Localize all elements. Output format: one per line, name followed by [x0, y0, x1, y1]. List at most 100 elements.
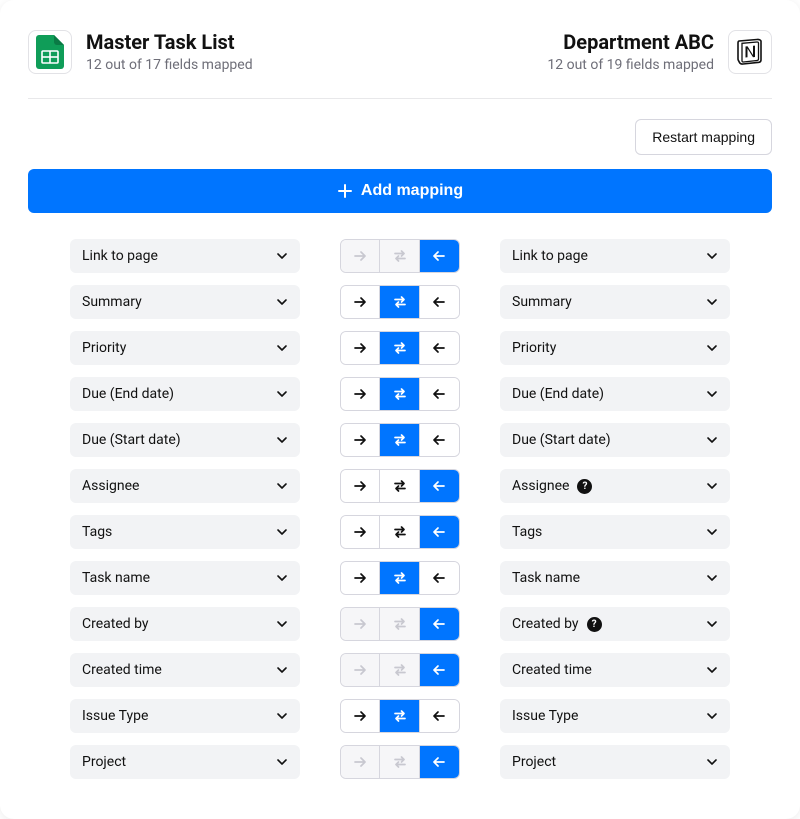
- chevron-down-icon: [276, 296, 288, 308]
- direction-left-button[interactable]: [420, 378, 459, 410]
- direction-left-button[interactable]: [420, 424, 459, 456]
- chevron-down-icon: [706, 480, 718, 492]
- left-field-label: Priority: [82, 340, 126, 356]
- right-field-label: Assignee?: [512, 478, 592, 494]
- mapping-row: Project Project: [70, 745, 730, 779]
- direction-right-button[interactable]: [341, 470, 380, 502]
- left-field-label: Assignee: [82, 478, 139, 494]
- left-field-label: Created time: [82, 662, 162, 678]
- right-field-label: Priority: [512, 340, 556, 356]
- mapping-row: Priority Priority: [70, 331, 730, 365]
- left-field-select[interactable]: Created by: [70, 607, 300, 641]
- direction-left-button[interactable]: [420, 516, 459, 548]
- direction-both-button[interactable]: [380, 516, 419, 548]
- chevron-down-icon: [276, 618, 288, 630]
- left-source: Master Task List 12 out of 17 fields map…: [28, 30, 253, 74]
- direction-both-button: [380, 608, 419, 640]
- chevron-down-icon: [276, 480, 288, 492]
- mapping-row: Assignee Assignee?: [70, 469, 730, 503]
- chevron-down-icon: [706, 434, 718, 446]
- chevron-down-icon: [706, 756, 718, 768]
- direction-left-button[interactable]: [420, 746, 459, 778]
- direction-right-button: [341, 240, 380, 272]
- direction-both-button[interactable]: [380, 562, 419, 594]
- right-field-select[interactable]: Assignee?: [500, 469, 730, 503]
- right-field-label: Issue Type: [512, 708, 578, 724]
- help-icon[interactable]: ?: [577, 479, 592, 494]
- left-field-select[interactable]: Priority: [70, 331, 300, 365]
- right-field-select[interactable]: Tags: [500, 515, 730, 549]
- direction-both-button[interactable]: [380, 378, 419, 410]
- direction-both-button[interactable]: [380, 286, 419, 318]
- help-icon[interactable]: ?: [587, 617, 602, 632]
- chevron-down-icon: [276, 664, 288, 676]
- direction-right-button: [341, 654, 380, 686]
- direction-right-button[interactable]: [341, 516, 380, 548]
- left-field-select[interactable]: Due (End date): [70, 377, 300, 411]
- direction-both-button[interactable]: [380, 332, 419, 364]
- restart-mapping-button[interactable]: Restart mapping: [635, 119, 772, 155]
- direction-left-button[interactable]: [420, 286, 459, 318]
- direction-left-button[interactable]: [420, 562, 459, 594]
- header: Master Task List 12 out of 17 fields map…: [28, 30, 772, 99]
- direction-right-button: [341, 746, 380, 778]
- direction-both-button[interactable]: [380, 700, 419, 732]
- right-field-select[interactable]: Created by?: [500, 607, 730, 641]
- right-field-select[interactable]: Due (Start date): [500, 423, 730, 457]
- action-bar: Restart mapping: [28, 119, 772, 155]
- direction-right-button[interactable]: [341, 424, 380, 456]
- mapping-row: Due (End date) Due (End date): [70, 377, 730, 411]
- left-field-select[interactable]: Created time: [70, 653, 300, 687]
- chevron-down-icon: [276, 434, 288, 446]
- right-field-select[interactable]: Task name: [500, 561, 730, 595]
- add-mapping-button[interactable]: Add mapping: [28, 169, 772, 213]
- mapping-row: Issue Type Issue Type: [70, 699, 730, 733]
- direction-left-button[interactable]: [420, 240, 459, 272]
- mapping-card: Master Task List 12 out of 17 fields map…: [0, 0, 800, 819]
- right-field-label: Due (Start date): [512, 432, 611, 448]
- direction-toggle: [340, 745, 460, 779]
- right-field-select[interactable]: Due (End date): [500, 377, 730, 411]
- direction-left-button[interactable]: [420, 608, 459, 640]
- right-field-select[interactable]: Link to page: [500, 239, 730, 273]
- chevron-down-icon: [276, 756, 288, 768]
- right-field-select[interactable]: Project: [500, 745, 730, 779]
- left-field-select[interactable]: Summary: [70, 285, 300, 319]
- right-field-select[interactable]: Summary: [500, 285, 730, 319]
- direction-left-button[interactable]: [420, 332, 459, 364]
- right-field-label: Project: [512, 754, 556, 770]
- plus-icon: [337, 183, 353, 199]
- direction-right-button[interactable]: [341, 562, 380, 594]
- direction-right-button[interactable]: [341, 700, 380, 732]
- left-field-select[interactable]: Link to page: [70, 239, 300, 273]
- direction-left-button[interactable]: [420, 470, 459, 502]
- left-field-select[interactable]: Tags: [70, 515, 300, 549]
- left-field-select[interactable]: Task name: [70, 561, 300, 595]
- direction-left-button[interactable]: [420, 700, 459, 732]
- direction-left-button[interactable]: [420, 654, 459, 686]
- right-field-label: Tags: [512, 524, 542, 540]
- right-source-sub: 12 out of 19 fields mapped: [547, 57, 714, 73]
- left-field-select[interactable]: Issue Type: [70, 699, 300, 733]
- direction-right-button[interactable]: [341, 332, 380, 364]
- right-field-label: Task name: [512, 570, 580, 586]
- chevron-down-icon: [706, 710, 718, 722]
- direction-both-button: [380, 746, 419, 778]
- right-field-select[interactable]: Created time: [500, 653, 730, 687]
- left-field-label: Summary: [82, 294, 142, 310]
- left-field-select[interactable]: Assignee: [70, 469, 300, 503]
- chevron-down-icon: [706, 250, 718, 262]
- right-field-select[interactable]: Issue Type: [500, 699, 730, 733]
- direction-right-button[interactable]: [341, 286, 380, 318]
- mapping-rows: Link to page Link to page Summary: [28, 239, 772, 779]
- direction-right-button[interactable]: [341, 378, 380, 410]
- chevron-down-icon: [706, 664, 718, 676]
- right-field-select[interactable]: Priority: [500, 331, 730, 365]
- direction-both-button[interactable]: [380, 470, 419, 502]
- left-field-select[interactable]: Due (Start date): [70, 423, 300, 457]
- mapping-row: Tags Tags: [70, 515, 730, 549]
- direction-both-button[interactable]: [380, 424, 419, 456]
- left-field-select[interactable]: Project: [70, 745, 300, 779]
- right-field-label: Due (End date): [512, 386, 604, 402]
- right-field-label: Created time: [512, 662, 592, 678]
